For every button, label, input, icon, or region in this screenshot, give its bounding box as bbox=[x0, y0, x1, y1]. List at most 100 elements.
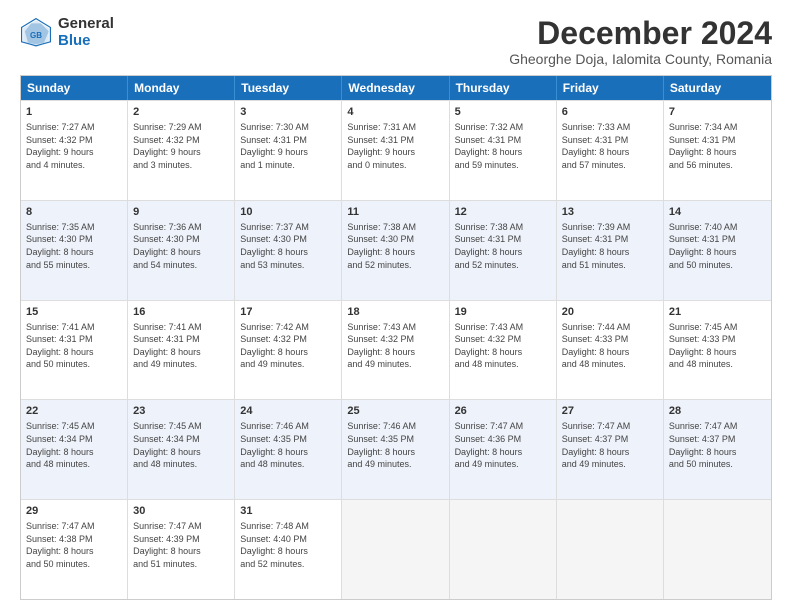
day-info-3-0: Sunrise: 7:45 AM Sunset: 4:34 PM Dayligh… bbox=[26, 420, 122, 470]
day-info-0-6: Sunrise: 7:34 AM Sunset: 4:31 PM Dayligh… bbox=[669, 121, 766, 171]
week-row-1: 8Sunrise: 7:35 AM Sunset: 4:30 PM Daylig… bbox=[21, 200, 771, 300]
day-number-3-3: 25 bbox=[347, 404, 443, 419]
header-friday: Friday bbox=[557, 76, 664, 100]
day-cell-2-2: 17Sunrise: 7:42 AM Sunset: 4:32 PM Dayli… bbox=[235, 301, 342, 400]
day-info-1-4: Sunrise: 7:38 AM Sunset: 4:31 PM Dayligh… bbox=[455, 221, 551, 271]
day-cell-2-5: 20Sunrise: 7:44 AM Sunset: 4:33 PM Dayli… bbox=[557, 301, 664, 400]
day-info-1-0: Sunrise: 7:35 AM Sunset: 4:30 PM Dayligh… bbox=[26, 221, 122, 271]
day-info-2-6: Sunrise: 7:45 AM Sunset: 4:33 PM Dayligh… bbox=[669, 321, 766, 371]
day-number-0-0: 1 bbox=[26, 105, 122, 120]
header-tuesday: Tuesday bbox=[235, 76, 342, 100]
day-info-1-6: Sunrise: 7:40 AM Sunset: 4:31 PM Dayligh… bbox=[669, 221, 766, 271]
day-number-2-6: 21 bbox=[669, 305, 766, 320]
day-number-0-3: 4 bbox=[347, 105, 443, 120]
day-info-3-6: Sunrise: 7:47 AM Sunset: 4:37 PM Dayligh… bbox=[669, 420, 766, 470]
day-cell-0-0: 1Sunrise: 7:27 AM Sunset: 4:32 PM Daylig… bbox=[21, 101, 128, 200]
week-row-0: 1Sunrise: 7:27 AM Sunset: 4:32 PM Daylig… bbox=[21, 100, 771, 200]
day-info-2-3: Sunrise: 7:43 AM Sunset: 4:32 PM Dayligh… bbox=[347, 321, 443, 371]
day-info-2-4: Sunrise: 7:43 AM Sunset: 4:32 PM Dayligh… bbox=[455, 321, 551, 371]
day-info-3-1: Sunrise: 7:45 AM Sunset: 4:34 PM Dayligh… bbox=[133, 420, 229, 470]
day-number-1-1: 9 bbox=[133, 205, 229, 220]
calendar-page: GB General Blue December 2024 Gheorghe D… bbox=[0, 0, 792, 612]
day-number-1-3: 11 bbox=[347, 205, 443, 220]
day-cell-4-6 bbox=[664, 500, 771, 599]
day-cell-2-6: 21Sunrise: 7:45 AM Sunset: 4:33 PM Dayli… bbox=[664, 301, 771, 400]
day-info-3-2: Sunrise: 7:46 AM Sunset: 4:35 PM Dayligh… bbox=[240, 420, 336, 470]
day-cell-2-4: 19Sunrise: 7:43 AM Sunset: 4:32 PM Dayli… bbox=[450, 301, 557, 400]
header-saturday: Saturday bbox=[664, 76, 771, 100]
logo-general: General bbox=[58, 16, 114, 33]
day-number-0-5: 6 bbox=[562, 105, 658, 120]
day-number-3-6: 28 bbox=[669, 404, 766, 419]
day-cell-1-4: 12Sunrise: 7:38 AM Sunset: 4:31 PM Dayli… bbox=[450, 201, 557, 300]
day-number-1-5: 13 bbox=[562, 205, 658, 220]
day-number-2-3: 18 bbox=[347, 305, 443, 320]
day-number-3-5: 27 bbox=[562, 404, 658, 419]
day-cell-3-1: 23Sunrise: 7:45 AM Sunset: 4:34 PM Dayli… bbox=[128, 400, 235, 499]
day-info-1-2: Sunrise: 7:37 AM Sunset: 4:30 PM Dayligh… bbox=[240, 221, 336, 271]
day-cell-3-5: 27Sunrise: 7:47 AM Sunset: 4:37 PM Dayli… bbox=[557, 400, 664, 499]
day-info-3-3: Sunrise: 7:46 AM Sunset: 4:35 PM Dayligh… bbox=[347, 420, 443, 470]
day-number-1-6: 14 bbox=[669, 205, 766, 220]
day-number-1-4: 12 bbox=[455, 205, 551, 220]
day-number-2-0: 15 bbox=[26, 305, 122, 320]
day-cell-3-2: 24Sunrise: 7:46 AM Sunset: 4:35 PM Dayli… bbox=[235, 400, 342, 499]
day-info-1-5: Sunrise: 7:39 AM Sunset: 4:31 PM Dayligh… bbox=[562, 221, 658, 271]
header-sunday: Sunday bbox=[21, 76, 128, 100]
day-cell-2-3: 18Sunrise: 7:43 AM Sunset: 4:32 PM Dayli… bbox=[342, 301, 449, 400]
day-info-0-5: Sunrise: 7:33 AM Sunset: 4:31 PM Dayligh… bbox=[562, 121, 658, 171]
day-info-3-4: Sunrise: 7:47 AM Sunset: 4:36 PM Dayligh… bbox=[455, 420, 551, 470]
day-info-0-1: Sunrise: 7:29 AM Sunset: 4:32 PM Dayligh… bbox=[133, 121, 229, 171]
day-cell-4-3 bbox=[342, 500, 449, 599]
svg-text:GB: GB bbox=[30, 30, 42, 39]
day-cell-2-1: 16Sunrise: 7:41 AM Sunset: 4:31 PM Dayli… bbox=[128, 301, 235, 400]
day-cell-4-2: 31Sunrise: 7:48 AM Sunset: 4:40 PM Dayli… bbox=[235, 500, 342, 599]
day-cell-1-5: 13Sunrise: 7:39 AM Sunset: 4:31 PM Dayli… bbox=[557, 201, 664, 300]
day-info-4-0: Sunrise: 7:47 AM Sunset: 4:38 PM Dayligh… bbox=[26, 520, 122, 570]
day-number-0-1: 2 bbox=[133, 105, 229, 120]
day-cell-0-5: 6Sunrise: 7:33 AM Sunset: 4:31 PM Daylig… bbox=[557, 101, 664, 200]
day-info-1-3: Sunrise: 7:38 AM Sunset: 4:30 PM Dayligh… bbox=[347, 221, 443, 271]
calendar-header-row: Sunday Monday Tuesday Wednesday Thursday… bbox=[21, 76, 771, 100]
logo-blue: Blue bbox=[58, 33, 114, 50]
location-title: Gheorghe Doja, Ialomita County, Romania bbox=[509, 51, 772, 67]
day-info-0-0: Sunrise: 7:27 AM Sunset: 4:32 PM Dayligh… bbox=[26, 121, 122, 171]
day-info-2-5: Sunrise: 7:44 AM Sunset: 4:33 PM Dayligh… bbox=[562, 321, 658, 371]
day-number-0-2: 3 bbox=[240, 105, 336, 120]
day-cell-1-0: 8Sunrise: 7:35 AM Sunset: 4:30 PM Daylig… bbox=[21, 201, 128, 300]
day-number-1-0: 8 bbox=[26, 205, 122, 220]
day-number-2-1: 16 bbox=[133, 305, 229, 320]
day-info-1-1: Sunrise: 7:36 AM Sunset: 4:30 PM Dayligh… bbox=[133, 221, 229, 271]
day-number-3-2: 24 bbox=[240, 404, 336, 419]
day-cell-0-2: 3Sunrise: 7:30 AM Sunset: 4:31 PM Daylig… bbox=[235, 101, 342, 200]
week-row-2: 15Sunrise: 7:41 AM Sunset: 4:31 PM Dayli… bbox=[21, 300, 771, 400]
title-block: December 2024 Gheorghe Doja, Ialomita Co… bbox=[509, 16, 772, 67]
day-cell-2-0: 15Sunrise: 7:41 AM Sunset: 4:31 PM Dayli… bbox=[21, 301, 128, 400]
logo-icon: GB bbox=[20, 17, 52, 49]
day-number-4-1: 30 bbox=[133, 504, 229, 519]
logo-text: General Blue bbox=[58, 16, 114, 49]
day-number-3-0: 22 bbox=[26, 404, 122, 419]
week-row-3: 22Sunrise: 7:45 AM Sunset: 4:34 PM Dayli… bbox=[21, 399, 771, 499]
logo: GB General Blue bbox=[20, 16, 114, 49]
day-info-4-1: Sunrise: 7:47 AM Sunset: 4:39 PM Dayligh… bbox=[133, 520, 229, 570]
day-number-3-1: 23 bbox=[133, 404, 229, 419]
day-number-4-2: 31 bbox=[240, 504, 336, 519]
header: GB General Blue December 2024 Gheorghe D… bbox=[20, 16, 772, 67]
day-cell-4-1: 30Sunrise: 7:47 AM Sunset: 4:39 PM Dayli… bbox=[128, 500, 235, 599]
day-cell-1-6: 14Sunrise: 7:40 AM Sunset: 4:31 PM Dayli… bbox=[664, 201, 771, 300]
day-number-3-4: 26 bbox=[455, 404, 551, 419]
day-number-0-6: 7 bbox=[669, 105, 766, 120]
calendar-body: 1Sunrise: 7:27 AM Sunset: 4:32 PM Daylig… bbox=[21, 100, 771, 599]
day-number-1-2: 10 bbox=[240, 205, 336, 220]
day-cell-1-1: 9Sunrise: 7:36 AM Sunset: 4:30 PM Daylig… bbox=[128, 201, 235, 300]
day-info-4-2: Sunrise: 7:48 AM Sunset: 4:40 PM Dayligh… bbox=[240, 520, 336, 570]
day-info-0-3: Sunrise: 7:31 AM Sunset: 4:31 PM Dayligh… bbox=[347, 121, 443, 171]
day-cell-1-3: 11Sunrise: 7:38 AM Sunset: 4:30 PM Dayli… bbox=[342, 201, 449, 300]
day-cell-1-2: 10Sunrise: 7:37 AM Sunset: 4:30 PM Dayli… bbox=[235, 201, 342, 300]
day-cell-4-0: 29Sunrise: 7:47 AM Sunset: 4:38 PM Dayli… bbox=[21, 500, 128, 599]
week-row-4: 29Sunrise: 7:47 AM Sunset: 4:38 PM Dayli… bbox=[21, 499, 771, 599]
day-cell-0-6: 7Sunrise: 7:34 AM Sunset: 4:31 PM Daylig… bbox=[664, 101, 771, 200]
day-number-4-0: 29 bbox=[26, 504, 122, 519]
day-number-0-4: 5 bbox=[455, 105, 551, 120]
